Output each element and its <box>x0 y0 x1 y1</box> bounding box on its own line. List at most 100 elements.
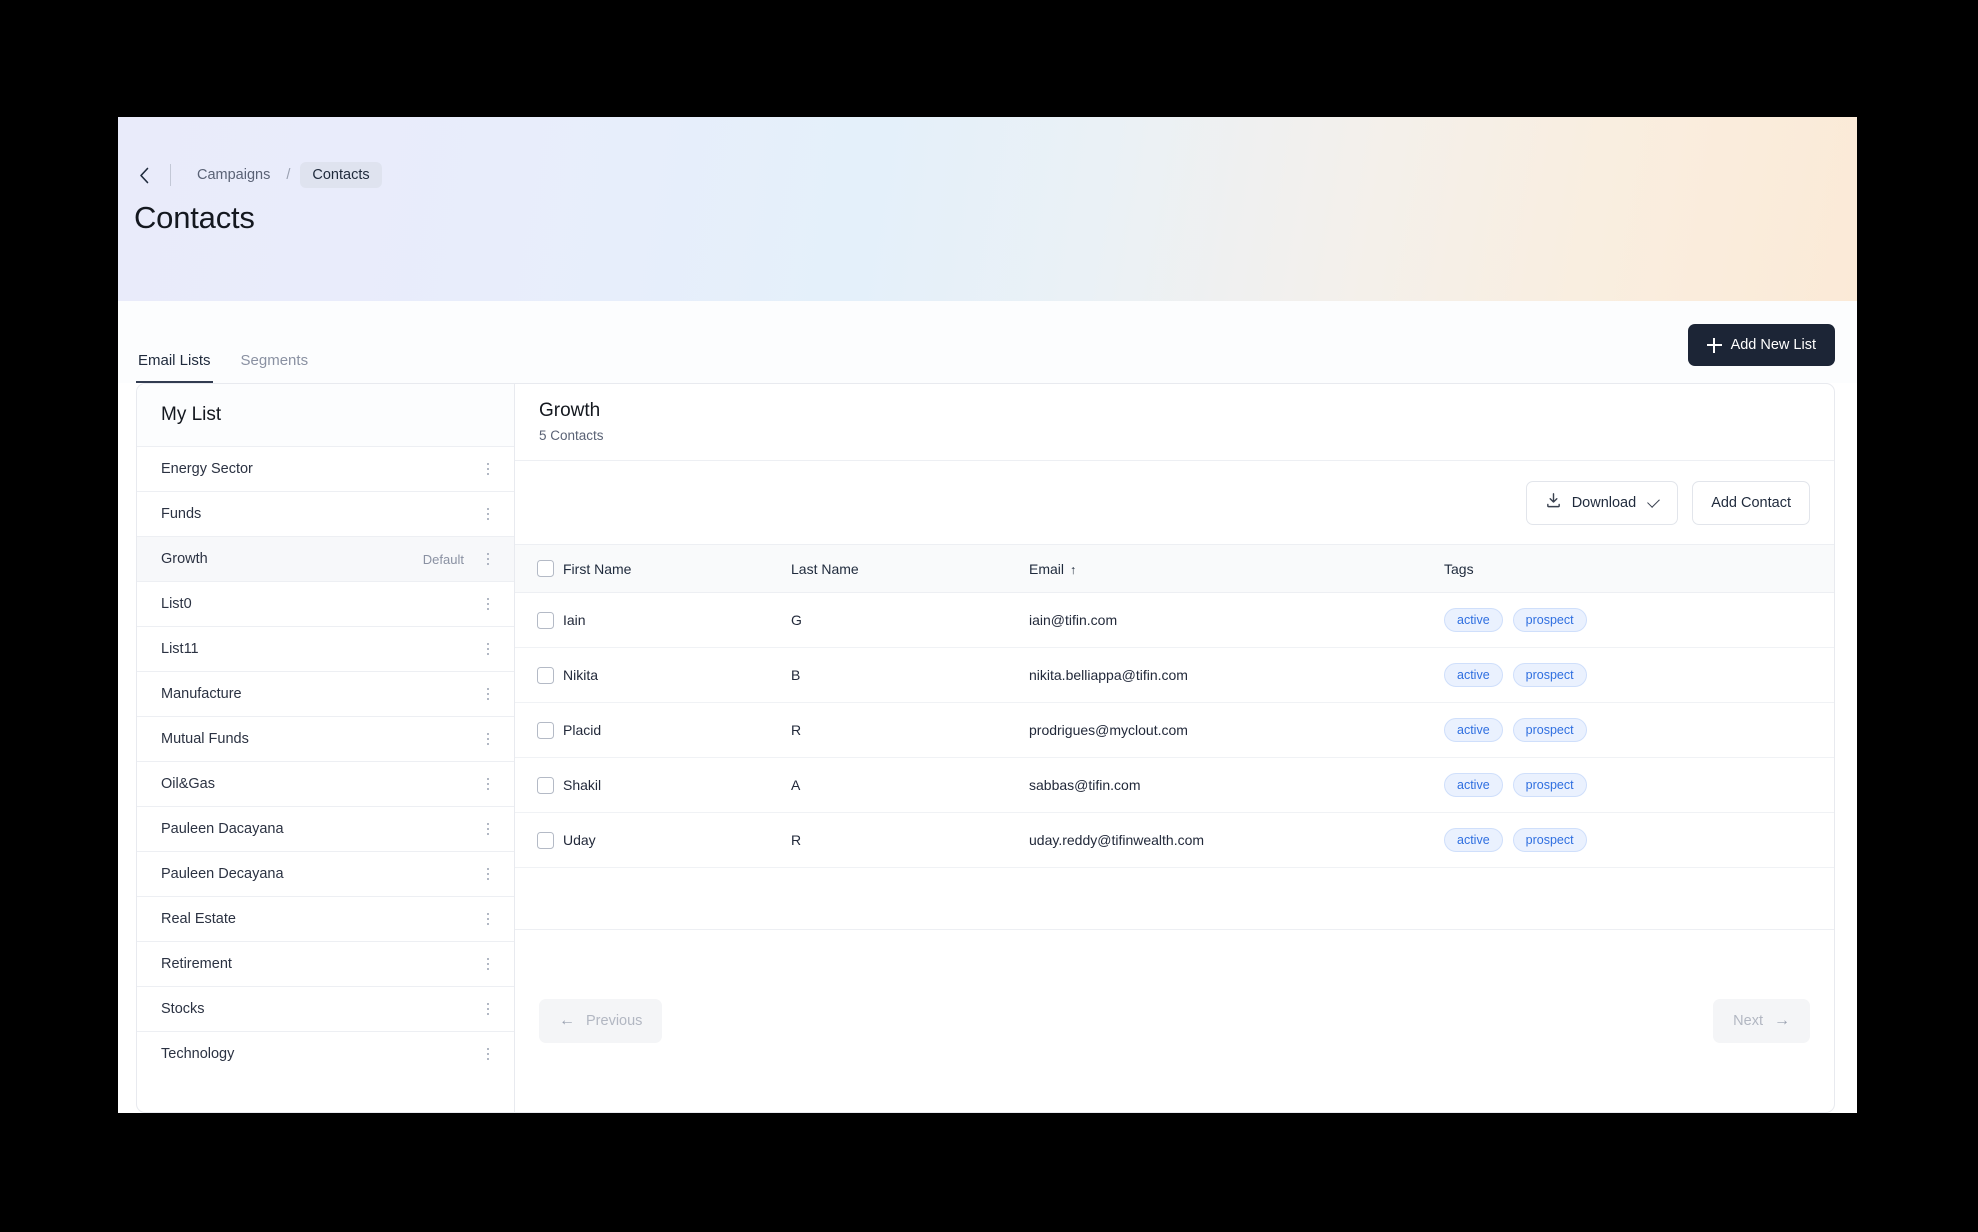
next-page-button[interactable]: Next → <box>1713 999 1810 1043</box>
tab-segments[interactable]: Segments <box>239 346 311 383</box>
tag-chip: prospect <box>1512 828 1587 852</box>
list-item-more-icon[interactable] <box>480 820 496 838</box>
tag-chip: active <box>1444 718 1503 742</box>
sidebar-heading: My List <box>137 384 514 446</box>
list-item-label: Real Estate <box>161 911 236 927</box>
list-item-more-icon[interactable] <box>480 685 496 703</box>
arrow-right-icon: → <box>1774 1012 1790 1029</box>
row-select-checkbox[interactable] <box>537 831 554 849</box>
list-item-more-icon[interactable] <box>480 910 496 928</box>
column-header-first-name[interactable]: First Name <box>563 561 791 577</box>
row-select-cell <box>515 666 563 684</box>
add-new-list-button[interactable]: Add New List <box>1687 324 1835 366</box>
list-item[interactable]: List11 <box>137 626 514 671</box>
column-header-email-label: Email <box>1029 560 1065 577</box>
contacts-table: First Name Last Name Email ↑ Tags Iain Gia… <box>515 545 1834 930</box>
row-select-checkbox[interactable] <box>537 666 554 684</box>
tag-chip: active <box>1444 828 1503 852</box>
table-row[interactable]: Nikita Bnikita.belliappa@tifin.com active p… <box>515 648 1834 703</box>
app-viewport: Campaigns / Contacts Contacts Email List… <box>118 117 1857 1113</box>
table-row[interactable]: Uday Ruday.reddy@tifinwealth.com active pro… <box>515 813 1834 868</box>
list-item-label: Technology <box>161 1046 235 1062</box>
column-header-email[interactable]: Email ↑ <box>1029 561 1444 577</box>
breadcrumb-contacts[interactable]: Contacts <box>300 162 382 188</box>
cell-email: uday.reddy@tifinwealth.com <box>1029 832 1205 848</box>
select-all-checkbox[interactable] <box>537 560 554 577</box>
column-header-last-name[interactable]: Last Name <box>791 561 1029 577</box>
row-select-cell <box>515 776 563 794</box>
row-select-checkbox[interactable] <box>537 721 554 739</box>
list-item[interactable]: List0 <box>137 581 514 626</box>
add-contact-button[interactable]: Add Contact <box>1692 480 1810 525</box>
contacts-count: 5 Contacts <box>539 428 604 443</box>
list-item-more-icon[interactable] <box>480 730 496 748</box>
list-item-more-icon[interactable] <box>480 955 496 973</box>
table-row[interactable]: Shakil Asabbas@tifin.com active prospect <box>515 758 1834 813</box>
page-title: Contacts <box>134 200 255 235</box>
table-header-row: First Name Last Name Email ↑ Tags <box>515 545 1834 593</box>
row-select-cell <box>515 611 563 629</box>
cell-last-name: B <box>791 667 801 683</box>
list-item[interactable]: Oil&Gas <box>137 761 514 806</box>
cell-first-name: Uday <box>563 832 596 848</box>
list-item-label: Energy Sector <box>161 461 253 477</box>
contacts-panel: Growth 5 Contacts Download Add Contact F… <box>514 383 1835 1113</box>
list-item[interactable]: Pauleen Dacayana <box>137 806 514 851</box>
list-item[interactable]: Growth Default <box>137 536 514 581</box>
next-page-label: Next <box>1733 1013 1763 1029</box>
cell-tags: active prospect <box>1444 608 1834 632</box>
list-item[interactable]: Energy Sector <box>137 446 514 491</box>
cell-last-name: R <box>791 832 802 848</box>
list-item-more-icon[interactable] <box>480 460 496 478</box>
tag-chip: active <box>1444 773 1503 797</box>
chevron-left-icon[interactable] <box>130 162 158 188</box>
column-header-tags: Tags <box>1444 560 1474 577</box>
download-label: Download <box>1571 494 1637 511</box>
tag-chip: prospect <box>1512 663 1587 687</box>
list-item-more-icon[interactable] <box>480 775 496 793</box>
list-item[interactable]: Funds <box>137 491 514 536</box>
list-item-more-icon[interactable] <box>480 595 496 613</box>
list-item-default-badge: Default <box>422 551 464 567</box>
breadcrumb: Campaigns / Contacts <box>128 162 1857 188</box>
row-select-checkbox[interactable] <box>537 611 554 629</box>
list-item-more-icon[interactable] <box>480 550 496 568</box>
download-button[interactable]: Download <box>1525 480 1679 525</box>
list-item-label: Funds <box>161 506 202 522</box>
table-row[interactable]: Placid Rprodrigues@myclout.com active prosp… <box>515 703 1834 758</box>
tab-email-lists[interactable]: Email Lists <box>136 346 213 383</box>
list-item-label: Stocks <box>161 1001 205 1017</box>
list-item-more-icon[interactable] <box>480 865 496 883</box>
list-item[interactable]: Pauleen Decayana <box>137 851 514 896</box>
table-row[interactable]: Iain Giain@tifin.com active prospect <box>515 593 1834 648</box>
list-item-label: List11 <box>161 641 199 657</box>
chevron-down-icon <box>1647 494 1661 508</box>
list-item-label: Mutual Funds <box>161 731 249 747</box>
list-item[interactable]: Manufacture <box>137 671 514 716</box>
list-item[interactable]: Real Estate <box>137 896 514 941</box>
cell-email: prodrigues@myclout.com <box>1029 722 1188 738</box>
cell-tags: active prospect <box>1444 718 1834 742</box>
row-select-checkbox[interactable] <box>537 776 554 794</box>
list-item[interactable]: Mutual Funds <box>137 716 514 761</box>
list-item[interactable]: Technology <box>137 1031 514 1076</box>
tag-chip: active <box>1444 663 1503 687</box>
breadcrumb-campaigns[interactable]: Campaigns <box>191 163 276 187</box>
email-list-scroll[interactable]: Energy Sector Funds Growth Default List0 List… <box>137 446 514 1112</box>
tab-list: Email Lists Segments <box>136 346 310 383</box>
table-body: Iain Giain@tifin.com active prospect Nikita B… <box>515 593 1834 868</box>
list-item-more-icon[interactable] <box>480 1000 496 1018</box>
list-item-label: Manufacture <box>161 686 242 702</box>
pagination-bar: ← Previous Next → <box>515 930 1834 1112</box>
previous-page-button[interactable]: ← Previous <box>539 999 663 1043</box>
row-select-cell <box>515 831 563 849</box>
list-item-more-icon[interactable] <box>480 1045 496 1063</box>
tab-bar: Email Lists Segments Add New List <box>118 301 1857 383</box>
tag-chip: prospect <box>1512 773 1587 797</box>
list-item-more-icon[interactable] <box>480 505 496 523</box>
list-item[interactable]: Retirement <box>137 941 514 986</box>
list-item-more-icon[interactable] <box>480 640 496 658</box>
row-select-cell <box>515 721 563 739</box>
list-item[interactable]: Stocks <box>137 986 514 1031</box>
sidebar-scrollbar[interactable] <box>507 450 512 1103</box>
